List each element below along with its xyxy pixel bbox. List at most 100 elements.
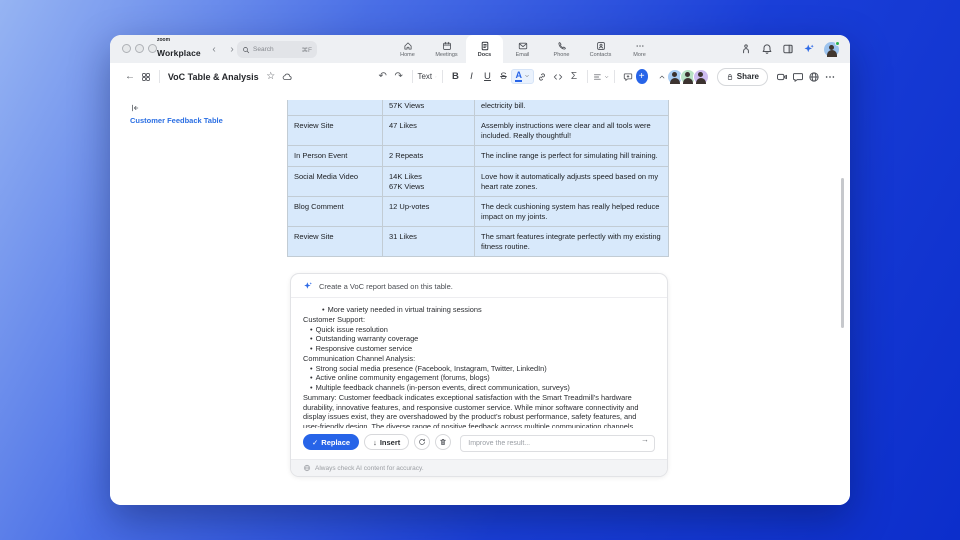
chevron-down-icon (435, 74, 437, 80)
doc-back-button[interactable]: ← (122, 68, 138, 86)
collaborator-avatars (670, 69, 709, 85)
table-cell[interactable]: Love how it automatically adjusts speed … (475, 166, 669, 196)
ai-prompt-text: Create a VoC report based on this table. (319, 282, 453, 291)
feedback-table: 57K Viewselectricity bill.Review Site47 … (287, 100, 669, 257)
titlebar-right-icons (740, 35, 839, 63)
tab-home[interactable]: Home (388, 35, 427, 63)
collapse-left-icon (130, 103, 140, 113)
strikethrough-button[interactable]: S (495, 68, 511, 86)
undo-button[interactable]: ↶ (375, 68, 391, 86)
chat-button[interactable] (790, 68, 806, 86)
ai-sparkle-icon (303, 281, 313, 291)
side-panel-toggle-icon[interactable] (782, 43, 794, 55)
workspace-grid-icon[interactable] (138, 68, 154, 86)
more-dots-icon (635, 41, 645, 51)
table-cell[interactable]: Blog Comment (288, 196, 383, 226)
arrow-down-icon: ↓ (373, 438, 377, 447)
ai-insert-button[interactable]: + (636, 69, 648, 84)
refresh-icon (418, 438, 426, 446)
tab-more[interactable]: More (620, 35, 659, 63)
submit-arrow-icon[interactable]: → (641, 435, 649, 444)
table-cell[interactable]: 14K Likes 67K Views (383, 166, 475, 196)
video-call-button[interactable] (774, 68, 790, 86)
chevron-down-icon (604, 74, 609, 80)
table-row: Review Site47 LikesAssembly instructions… (288, 116, 669, 146)
table-row: Social Media Video14K Likes 67K ViewsLov… (288, 166, 669, 196)
table-row: In Person Event2 RepeatsThe incline rang… (288, 146, 669, 166)
table-cell[interactable]: 2 Repeats (383, 146, 475, 166)
divider (614, 70, 615, 83)
redo-button[interactable]: ↷ (391, 68, 407, 86)
link-button[interactable] (534, 68, 550, 86)
table-cell[interactable] (288, 100, 383, 116)
language-button[interactable] (806, 68, 822, 86)
table-cell[interactable]: Review Site (288, 227, 383, 257)
bold-button[interactable]: B (447, 68, 463, 86)
main-nav-tabs: Home Meetings Docs Email Phone Contacts (388, 35, 659, 63)
window-close-button[interactable] (122, 44, 131, 53)
favorite-star-icon[interactable]: ☆ (263, 68, 279, 86)
improve-result-input[interactable] (460, 435, 655, 452)
table-cell[interactable]: The smart features integrate perfectly w… (475, 227, 669, 257)
cloud-saved-icon (279, 68, 295, 86)
table-cell[interactable]: 57K Views (383, 100, 475, 116)
ai-companion-panel: Create a VoC report based on this table.… (290, 273, 668, 477)
formula-button[interactable]: Σ (566, 68, 582, 86)
table-cell[interactable]: Assembly instructions were clear and all… (475, 116, 669, 146)
insert-button[interactable]: ↓ Insert (364, 434, 409, 450)
align-dropdown[interactable] (593, 68, 609, 86)
text-color-dropdown[interactable]: A (511, 69, 534, 85)
table-cell[interactable]: Review Site (288, 116, 383, 146)
doc-title[interactable]: VoC Table & Analysis (168, 72, 259, 82)
table-cell[interactable]: In Person Event (288, 146, 383, 166)
nav-back-button[interactable]: ‹ (207, 42, 221, 56)
table-cell[interactable]: electricity bill. (475, 100, 669, 116)
text-color-A: A (515, 71, 522, 83)
italic-button[interactable]: I (463, 68, 479, 86)
mail-icon (518, 41, 528, 51)
ai-report-line: •Responsive customer service (303, 344, 655, 354)
search-icon (242, 46, 250, 54)
search-input[interactable]: Search ⌘F (237, 41, 317, 58)
window-zoom-button[interactable] (148, 44, 157, 53)
ai-report-line: •Active online community engagement (for… (303, 373, 655, 383)
collaborator-avatar[interactable] (693, 69, 709, 85)
code-button[interactable] (550, 68, 566, 86)
comment-button[interactable] (620, 68, 636, 86)
table-cell[interactable]: 31 Likes (383, 227, 475, 257)
divider (442, 70, 443, 83)
regenerate-button[interactable] (414, 434, 430, 450)
window-minimize-button[interactable] (135, 44, 144, 53)
tab-docs[interactable]: Docs (466, 35, 503, 63)
ai-report-line: Communication Channel Analysis: (303, 354, 655, 364)
ai-disclaimer: Always check AI content for accuracy. (291, 459, 667, 476)
brand-logo: zoom Workplace (157, 38, 201, 60)
share-button[interactable]: Share (717, 68, 768, 86)
user-avatar[interactable] (824, 42, 839, 57)
lock-icon (726, 73, 734, 81)
assistant-icon[interactable] (740, 43, 752, 55)
ai-report-body: •More variety needed in virtual training… (291, 298, 667, 428)
underline-button[interactable]: U (479, 68, 495, 86)
table-cell[interactable]: The deck cushioning system has really he… (475, 196, 669, 226)
ai-report-line: •More variety needed in virtual training… (303, 305, 655, 315)
ai-companion-icon[interactable] (803, 43, 815, 55)
table-cell[interactable]: 12 Up-votes (383, 196, 475, 226)
vertical-scrollbar[interactable] (841, 178, 844, 328)
delete-result-button[interactable] (435, 434, 451, 450)
outline-item-customer-feedback-table[interactable]: Customer Feedback Table (130, 116, 223, 125)
replace-button[interactable]: ✓ Replace (303, 434, 359, 450)
toolbar-more-button[interactable] (822, 68, 838, 86)
notifications-bell-icon[interactable] (761, 43, 773, 55)
table-cell[interactable]: The incline range is perfect for simulat… (475, 146, 669, 166)
ai-action-row: ✓ Replace ↓ Insert → (291, 428, 667, 459)
home-icon (403, 41, 413, 51)
tab-contacts[interactable]: Contacts (581, 35, 620, 63)
table-cell[interactable]: Social Media Video (288, 166, 383, 196)
table-cell[interactable]: 47 Likes (383, 116, 475, 146)
tab-meetings[interactable]: Meetings (427, 35, 466, 63)
text-style-dropdown[interactable]: Text (417, 68, 436, 86)
tab-phone[interactable]: Phone (542, 35, 581, 63)
tab-email[interactable]: Email (503, 35, 542, 63)
ai-report-line: •Multiple feedback channels (in-person e… (303, 383, 655, 393)
